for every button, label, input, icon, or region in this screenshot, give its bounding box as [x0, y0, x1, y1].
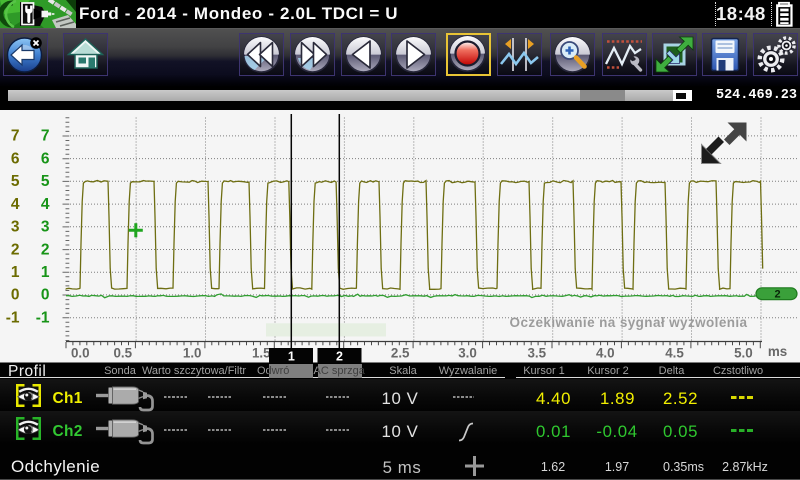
svg-text:6: 6: [11, 150, 20, 167]
svg-text:0: 0: [11, 287, 20, 304]
svg-text:4: 4: [41, 196, 50, 213]
svg-text:-1: -1: [6, 310, 20, 327]
svg-text:3: 3: [11, 219, 20, 236]
svg-text:4.0: 4.0: [596, 346, 615, 361]
svg-text:2.5: 2.5: [391, 346, 410, 361]
svg-text:1: 1: [41, 264, 50, 281]
svg-text:0.0: 0.0: [71, 346, 90, 361]
svg-text:ms: ms: [768, 344, 787, 359]
svg-text:4.5: 4.5: [665, 346, 684, 361]
svg-text:5: 5: [11, 173, 20, 190]
svg-text:Oczekiwanie na sygnał wyzwolen: Oczekiwanie na sygnał wyzwolenia: [510, 315, 748, 330]
svg-text:7: 7: [41, 128, 50, 145]
svg-text:-1: -1: [36, 310, 50, 327]
svg-text:4: 4: [11, 196, 20, 213]
svg-text:6: 6: [41, 150, 50, 167]
svg-text:2: 2: [774, 288, 780, 300]
svg-text:0: 0: [41, 287, 50, 304]
svg-text:5.0: 5.0: [734, 346, 753, 361]
svg-text:3.5: 3.5: [527, 346, 546, 361]
svg-text:2: 2: [11, 241, 20, 258]
svg-text:3.0: 3.0: [458, 346, 477, 361]
svg-text:1.5: 1.5: [252, 346, 271, 361]
svg-text:1: 1: [11, 264, 20, 281]
svg-text:1.0: 1.0: [183, 346, 202, 361]
svg-text:3: 3: [41, 219, 50, 236]
svg-text:7: 7: [11, 128, 20, 145]
svg-text:0.5: 0.5: [113, 346, 132, 361]
svg-text:5: 5: [41, 173, 50, 190]
svg-text:1: 1: [288, 350, 295, 364]
svg-text:2: 2: [336, 350, 343, 364]
svg-text:2: 2: [41, 241, 50, 258]
